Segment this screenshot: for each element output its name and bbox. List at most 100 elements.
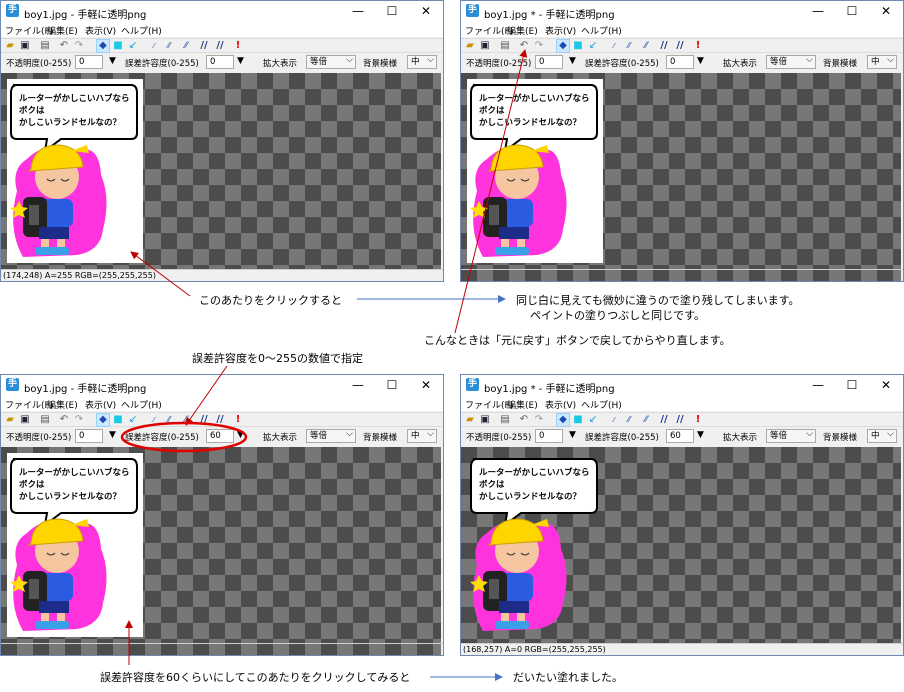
open-icon[interactable]: ▰ bbox=[4, 414, 16, 426]
tolerance-dropdown-icon[interactable]: ▼ bbox=[697, 430, 704, 440]
menu-file[interactable]: ファイル(F) bbox=[5, 398, 53, 411]
undo-icon[interactable]: ↶ bbox=[518, 40, 530, 52]
warning-icon[interactable]: ! bbox=[232, 414, 244, 426]
open-icon[interactable]: ▰ bbox=[464, 40, 476, 52]
menu-help[interactable]: ヘルプ(H) bbox=[581, 398, 622, 411]
open-icon[interactable]: ▰ bbox=[464, 414, 476, 426]
brush-1-icon[interactable]: ⁄ bbox=[608, 40, 620, 52]
opacity-dropdown-icon[interactable]: ▼ bbox=[569, 56, 576, 66]
paste-icon[interactable]: ▤ bbox=[499, 40, 511, 52]
menu-view[interactable]: 表示(V) bbox=[545, 24, 576, 37]
zoom-select[interactable]: 等倍 bbox=[306, 428, 356, 443]
brush-3-icon[interactable]: ⁄⁄ bbox=[640, 414, 652, 426]
close-button[interactable]: ✕ bbox=[869, 1, 903, 23]
close-button[interactable]: ✕ bbox=[869, 375, 903, 397]
brush-2-icon[interactable]: ⁄⁄ bbox=[623, 40, 635, 52]
save-icon[interactable]: ▣ bbox=[479, 40, 491, 52]
boy-image[interactable]: ルーターがかしこいハブなら ボクは かしこいランドセルなの？ bbox=[467, 453, 603, 637]
undo-icon[interactable]: ↶ bbox=[58, 40, 70, 52]
zoom-select[interactable]: 等倍 bbox=[306, 54, 356, 69]
opacity-dropdown-icon[interactable]: ▼ bbox=[109, 56, 116, 66]
brush-5-icon[interactable]: // bbox=[214, 40, 226, 52]
image-canvas[interactable]: ルーターがかしこいハブなら ボクは かしこいランドセルなの？ bbox=[1, 73, 441, 269]
open-icon[interactable]: ▰ bbox=[4, 40, 16, 52]
zoom-select[interactable]: 等倍 bbox=[766, 428, 816, 443]
menu-help[interactable]: ヘルプ(H) bbox=[121, 24, 162, 37]
bg-pattern-select[interactable]: 中 bbox=[407, 428, 437, 443]
maximize-button[interactable]: ☐ bbox=[835, 375, 869, 397]
menu-edit[interactable]: 編集(E) bbox=[507, 24, 538, 37]
opacity-input[interactable]: 0 bbox=[535, 429, 563, 443]
menu-help[interactable]: ヘルプ(H) bbox=[121, 398, 162, 411]
menu-file[interactable]: ファイル(F) bbox=[5, 24, 53, 37]
opacity-dropdown-icon[interactable]: ▼ bbox=[569, 430, 576, 440]
menu-view[interactable]: 表示(V) bbox=[85, 398, 116, 411]
pen-tool-icon[interactable]: ↙ bbox=[127, 40, 139, 52]
menu-edit[interactable]: 編集(E) bbox=[507, 398, 538, 411]
boy-image[interactable]: ルーターがかしこいハブなら ボクは かしこいランドセルなの？ bbox=[7, 79, 143, 263]
brush-2-icon[interactable]: ⁄⁄ bbox=[163, 414, 175, 426]
brush-5-icon[interactable]: // bbox=[674, 40, 686, 52]
image-canvas[interactable]: ルーターがかしこいハブなら ボクは かしこいランドセルなの？ bbox=[1, 447, 441, 655]
minimize-button[interactable]: — bbox=[801, 375, 835, 397]
minimize-button[interactable]: — bbox=[341, 375, 375, 397]
warning-icon[interactable]: ! bbox=[692, 40, 704, 52]
boy-image[interactable]: ルーターがかしこいハブなら ボクは かしこいランドセルなの？ bbox=[467, 79, 617, 263]
opacity-dropdown-icon[interactable]: ▼ bbox=[109, 430, 116, 440]
warning-icon[interactable]: ! bbox=[232, 40, 244, 52]
brush-4-icon[interactable]: // bbox=[198, 40, 210, 52]
menu-view[interactable]: 表示(V) bbox=[85, 24, 116, 37]
menu-help[interactable]: ヘルプ(H) bbox=[581, 24, 622, 37]
save-icon[interactable]: ▣ bbox=[479, 414, 491, 426]
undo-icon[interactable]: ↶ bbox=[518, 414, 530, 426]
brush-3-icon[interactable]: ⁄⁄ bbox=[180, 414, 192, 426]
tolerance-input[interactable]: 0 bbox=[666, 55, 694, 69]
save-icon[interactable]: ▣ bbox=[19, 414, 31, 426]
brush-2-icon[interactable]: ⁄⁄ bbox=[623, 414, 635, 426]
redo-icon[interactable]: ↷ bbox=[533, 414, 545, 426]
fill-tool-icon[interactable]: ◆ bbox=[556, 413, 570, 427]
pen-tool-icon[interactable]: ↙ bbox=[587, 40, 599, 52]
tolerance-dropdown-icon[interactable]: ▼ bbox=[237, 430, 244, 440]
maximize-button[interactable]: ☐ bbox=[835, 1, 869, 23]
save-icon[interactable]: ▣ bbox=[19, 40, 31, 52]
rect-tool-icon[interactable]: ■ bbox=[112, 414, 124, 426]
pen-tool-icon[interactable]: ↙ bbox=[127, 414, 139, 426]
bg-pattern-select[interactable]: 中 bbox=[867, 428, 897, 443]
fill-tool-icon[interactable]: ◆ bbox=[556, 39, 570, 53]
boy-image[interactable]: ルーターがかしこいハブなら ボクは かしこいランドセルなの？ bbox=[7, 453, 143, 637]
paste-icon[interactable]: ▤ bbox=[39, 414, 51, 426]
brush-1-icon[interactable]: ⁄ bbox=[148, 40, 160, 52]
rect-tool-icon[interactable]: ■ bbox=[572, 40, 584, 52]
brush-1-icon[interactable]: ⁄ bbox=[608, 414, 620, 426]
opacity-input[interactable]: 0 bbox=[535, 55, 563, 69]
menu-edit[interactable]: 編集(E) bbox=[47, 24, 78, 37]
brush-4-icon[interactable]: // bbox=[658, 414, 670, 426]
paste-icon[interactable]: ▤ bbox=[499, 414, 511, 426]
maximize-button[interactable]: ☐ bbox=[375, 375, 409, 397]
minimize-button[interactable]: — bbox=[341, 1, 375, 23]
redo-icon[interactable]: ↷ bbox=[73, 414, 85, 426]
image-canvas[interactable]: ルーターがかしこいハブなら ボクは かしこいランドセルなの？ bbox=[461, 73, 901, 281]
zoom-select[interactable]: 等倍 bbox=[766, 54, 816, 69]
menu-edit[interactable]: 編集(E) bbox=[47, 398, 78, 411]
tolerance-input[interactable]: 60 bbox=[666, 429, 694, 443]
menu-file[interactable]: ファイル(F) bbox=[465, 24, 513, 37]
rect-tool-icon[interactable]: ■ bbox=[572, 414, 584, 426]
brush-2-icon[interactable]: ⁄⁄ bbox=[163, 40, 175, 52]
bg-pattern-select[interactable]: 中 bbox=[867, 54, 897, 69]
menu-file[interactable]: ファイル(F) bbox=[465, 398, 513, 411]
brush-3-icon[interactable]: ⁄⁄ bbox=[180, 40, 192, 52]
close-button[interactable]: ✕ bbox=[409, 375, 443, 397]
tolerance-input[interactable]: 0 bbox=[206, 55, 234, 69]
undo-icon[interactable]: ↶ bbox=[58, 414, 70, 426]
image-canvas[interactable]: ルーターがかしこいハブなら ボクは かしこいランドセルなの？ bbox=[461, 447, 901, 643]
tolerance-dropdown-icon[interactable]: ▼ bbox=[697, 56, 704, 66]
opacity-input[interactable]: 0 bbox=[75, 55, 103, 69]
close-button[interactable]: ✕ bbox=[409, 1, 443, 23]
tolerance-dropdown-icon[interactable]: ▼ bbox=[237, 56, 244, 66]
brush-1-icon[interactable]: ⁄ bbox=[148, 414, 160, 426]
rect-tool-icon[interactable]: ■ bbox=[112, 40, 124, 52]
brush-5-icon[interactable]: // bbox=[674, 414, 686, 426]
fill-tool-icon[interactable]: ◆ bbox=[96, 39, 110, 53]
